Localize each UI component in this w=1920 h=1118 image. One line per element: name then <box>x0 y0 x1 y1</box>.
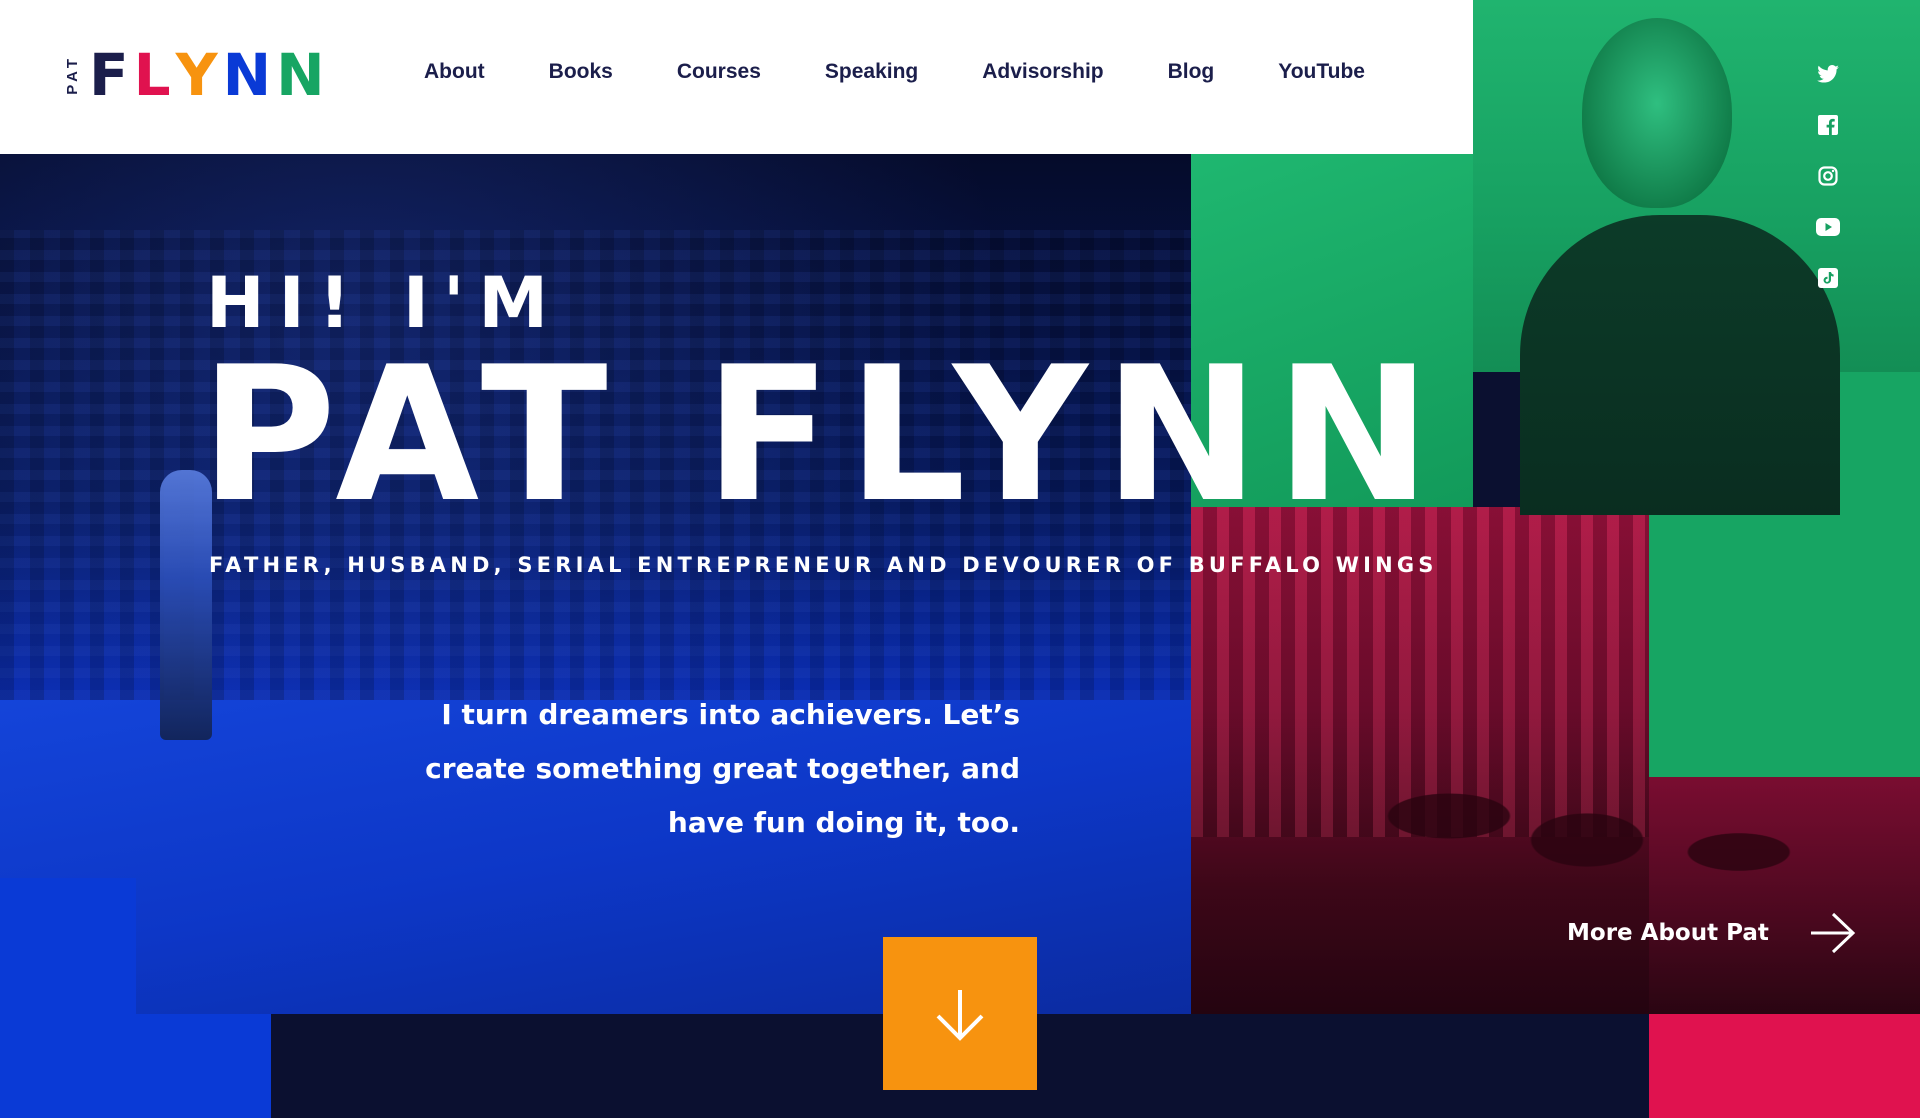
mission-line: create something great together, and <box>425 752 1020 785</box>
nav-courses[interactable]: Courses <box>677 60 761 84</box>
hero-tagline: FATHER, HUSBAND, SERIAL ENTREPRENEUR AND… <box>209 553 1438 577</box>
instagram-icon[interactable] <box>1816 164 1840 188</box>
twitter-icon[interactable] <box>1816 62 1840 86</box>
nav-speaking[interactable]: Speaking <box>825 60 918 84</box>
facebook-icon[interactable] <box>1816 113 1840 137</box>
pink-block <box>1649 1014 1920 1118</box>
more-about-label: More About Pat <box>1567 920 1769 946</box>
hero-mission: I turn dreamers into achievers. Let’s cr… <box>380 688 1020 850</box>
logo-letter: L <box>133 41 171 109</box>
site-logo[interactable]: PAT F L Y N N <box>64 41 325 109</box>
logo-letter: Y <box>175 41 218 109</box>
main-nav: About Books Courses Speaking Advisorship… <box>424 60 1365 84</box>
portrait-body <box>1520 215 1840 515</box>
blue-block <box>0 878 136 1014</box>
tiktok-icon[interactable] <box>1816 266 1840 290</box>
more-about-link[interactable]: More About Pat <box>1567 911 1857 955</box>
social-links <box>1808 62 1848 290</box>
scroll-down-button[interactable] <box>883 937 1037 1090</box>
logo-letter: F <box>89 41 129 109</box>
logo-small-text: PAT <box>64 55 81 95</box>
nav-about[interactable]: About <box>424 60 485 84</box>
site-header: PAT F L Y N N About Books Courses Speaki… <box>0 0 1473 154</box>
logo-wordmark: F L Y N N <box>89 41 325 109</box>
arrow-right-icon <box>1810 912 1856 954</box>
blue-block-bottom <box>0 1014 271 1118</box>
hero-name: PAT FLYNN <box>200 326 1448 543</box>
mission-line: have fun doing it, too. <box>667 806 1020 839</box>
nav-youtube[interactable]: YouTube <box>1278 60 1365 84</box>
portrait-head <box>1582 18 1732 208</box>
youtube-icon[interactable] <box>1816 215 1840 239</box>
mission-line: I turn dreamers into achievers. Let’s <box>441 698 1020 731</box>
nav-books[interactable]: Books <box>549 60 613 84</box>
nav-blog[interactable]: Blog <box>1168 60 1215 84</box>
logo-letter: N <box>222 41 272 109</box>
nav-advisorship[interactable]: Advisorship <box>982 60 1103 84</box>
arrow-down-icon <box>936 989 984 1041</box>
logo-letter: N <box>276 41 325 109</box>
